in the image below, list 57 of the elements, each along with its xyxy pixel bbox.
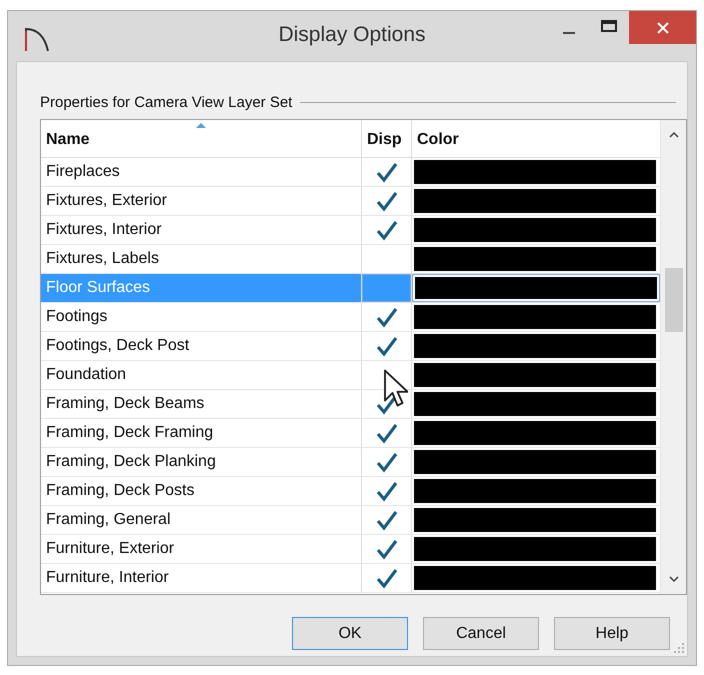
window-title: Display Options <box>278 23 426 46</box>
table-row[interactable]: Framing, Deck Posts <box>41 477 362 505</box>
chevron-up-icon <box>669 132 679 138</box>
table-row[interactable]: Framing, Deck Beams <box>41 390 362 418</box>
color-swatch[interactable] <box>414 305 656 329</box>
table-row[interactable]: Foundation <box>41 361 362 389</box>
table-row[interactable]: Framing, General <box>41 506 362 534</box>
color-swatch[interactable] <box>414 392 656 416</box>
chevron-down-icon <box>669 576 679 582</box>
color-swatch[interactable] <box>414 218 656 242</box>
checkmark-icon[interactable] <box>374 306 398 328</box>
color-swatch[interactable] <box>414 160 656 184</box>
color-swatch[interactable] <box>414 247 656 271</box>
checkmark-icon[interactable] <box>374 219 398 241</box>
color-swatch[interactable] <box>414 334 656 358</box>
table-row[interactable]: Footings <box>41 303 362 331</box>
resize-grip-icon[interactable] <box>673 642 685 654</box>
checkmark-icon[interactable] <box>374 480 398 502</box>
scrollbar[interactable] <box>660 120 686 594</box>
table-row[interactable]: Furniture, Exterior <box>41 535 362 563</box>
sort-arrow-icon <box>195 122 207 129</box>
color-swatch[interactable] <box>415 277 657 299</box>
table-row[interactable]: Framing, Deck Framing <box>41 419 362 447</box>
scroll-thumb[interactable] <box>665 268 683 332</box>
checkmark-icon[interactable] <box>374 422 398 444</box>
group-label: Properties for Camera View Layer Set <box>40 94 292 111</box>
checkmark-icon[interactable] <box>374 190 398 212</box>
color-swatch[interactable] <box>414 421 656 445</box>
color-swatch[interactable] <box>414 537 656 561</box>
app-icon <box>23 25 51 53</box>
color-swatch[interactable] <box>414 566 656 590</box>
color-swatch[interactable] <box>414 479 656 503</box>
table-row[interactable]: Fixtures, Labels <box>41 245 362 273</box>
table-row[interactable]: Furniture, Interior <box>41 564 362 592</box>
checkmark-icon[interactable] <box>374 335 398 357</box>
table-row[interactable]: Footings, Deck Post <box>41 332 362 360</box>
checkmark-icon[interactable] <box>374 538 398 560</box>
table-row[interactable]: Fixtures, Interior <box>41 216 362 244</box>
dialog-button[interactable]: Cancel <box>423 617 539 650</box>
checkmark-icon[interactable] <box>374 509 398 531</box>
color-swatch[interactable] <box>414 363 656 387</box>
checkmark-icon[interactable] <box>374 451 398 473</box>
dialog-button[interactable]: Help <box>554 617 670 650</box>
table-row[interactable]: Framing, Deck Planking <box>41 448 362 476</box>
minimize-icon <box>563 32 575 34</box>
close-icon <box>656 22 668 34</box>
close-button[interactable] <box>629 11 696 44</box>
checkmark-icon[interactable] <box>374 567 398 589</box>
checkmark-icon[interactable] <box>374 161 398 183</box>
dialog-button[interactable]: OK <box>292 617 408 650</box>
table-row[interactable]: Fixtures, Exterior <box>41 187 362 215</box>
color-swatch[interactable] <box>414 450 656 474</box>
mouse-pointer-icon <box>382 368 408 408</box>
table-row[interactable]: Fireplaces <box>41 158 362 186</box>
color-swatch[interactable] <box>414 508 656 532</box>
maximize-icon <box>601 20 617 32</box>
color-swatch[interactable] <box>414 189 656 213</box>
